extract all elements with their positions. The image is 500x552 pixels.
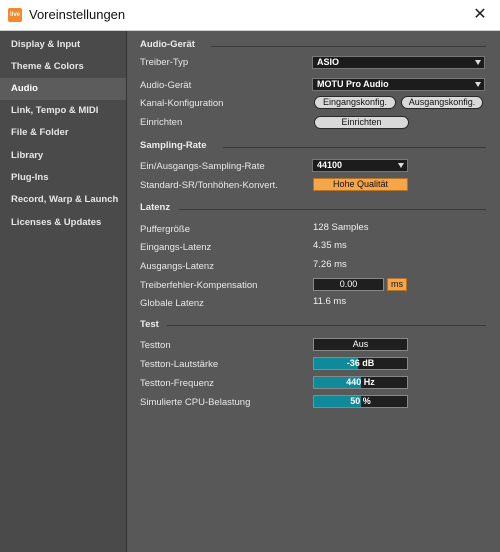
test-tone-volume-slider[interactable]: -36 dB [313, 357, 408, 370]
output-config-button[interactable]: Ausgangskonfig. [401, 96, 483, 109]
sidebar-item-file-folder[interactable]: File & Folder [0, 122, 126, 144]
window-title: Voreinstellungen [29, 7, 126, 22]
audio-device-dropdown[interactable]: MOTU Pro Audio [312, 78, 485, 91]
section-title-test: Test [140, 319, 159, 330]
app-icon: live [8, 8, 22, 22]
sidebar-item-licenses-updates[interactable]: Licenses & Updates [0, 212, 126, 234]
input-config-button[interactable]: Eingangskonfig. [314, 96, 396, 109]
sidebar-item-plug-ins[interactable]: Plug-Ins [0, 167, 126, 189]
test-tone-frequency-label: Testton-Frequenz [140, 378, 214, 389]
io-sample-rate-dropdown[interactable]: 44100 [312, 159, 408, 172]
section-title-latency: Latenz [140, 202, 171, 213]
section-divider [179, 209, 486, 210]
sidebar-item-audio[interactable]: Audio [0, 78, 126, 100]
chevron-down-icon [398, 163, 404, 168]
driver-error-label: Treiberfehler-Kompensation [140, 280, 258, 291]
section-title-sampling-rate: Sampling-Rate [140, 140, 207, 151]
cpu-load-slider[interactable]: 50 % [313, 395, 408, 408]
driver-type-value: ASIO [317, 57, 340, 67]
driver-error-unit-button[interactable]: ms [387, 278, 407, 291]
audio-device-label: Audio-Gerät [140, 80, 192, 91]
test-tone-toggle[interactable]: Aus [313, 338, 408, 351]
buffer-size-value: 128 Samples [313, 222, 369, 233]
driver-type-dropdown[interactable]: ASIO [312, 56, 485, 69]
input-latency-value: 4.35 ms [313, 240, 347, 251]
output-latency-label: Ausgangs-Latenz [140, 261, 214, 272]
setup-button[interactable]: Einrichten [314, 116, 409, 129]
section-title-audio-device: Audio-Gerät [140, 39, 195, 50]
overall-latency-value: 11.6 ms [313, 296, 347, 307]
test-tone-frequency-value: 440 Hz [346, 377, 375, 387]
default-sr-button[interactable]: Hohe Qualität [313, 178, 408, 191]
input-latency-label: Eingangs-Latenz [140, 242, 212, 253]
sidebar-item-library[interactable]: Library [0, 145, 126, 167]
title-bar: live Voreinstellungen ✕ [0, 0, 500, 31]
preferences-window: live Voreinstellungen ✕ Display & Input … [0, 0, 500, 552]
close-icon[interactable]: ✕ [466, 2, 494, 28]
cpu-load-label: Simulierte CPU-Belastung [140, 397, 251, 408]
sidebar-item-record-warp-launch[interactable]: Record, Warp & Launch [0, 189, 126, 211]
overall-latency-label: Globale Latenz [140, 298, 204, 309]
section-divider [211, 46, 486, 47]
sidebar-item-theme-colors[interactable]: Theme & Colors [0, 56, 126, 78]
section-divider [167, 325, 486, 326]
audio-device-value: MOTU Pro Audio [317, 79, 389, 89]
test-tone-label: Testton [140, 340, 171, 351]
driver-error-field[interactable]: 0.00 [313, 278, 384, 291]
sidebar: Display & Input Theme & Colors Audio Lin… [0, 31, 127, 552]
setup-label: Einrichten [140, 117, 183, 128]
driver-type-label: Treiber-Typ [140, 57, 189, 68]
test-tone-frequency-slider[interactable]: 440 Hz [313, 376, 408, 389]
test-tone-volume-value: -36 dB [346, 358, 375, 368]
io-sample-rate-label: Ein/Ausgangs-Sampling-Rate [140, 161, 265, 172]
buffer-size-label: Puffergröße [140, 224, 190, 235]
output-latency-value: 7.26 ms [313, 259, 347, 270]
sidebar-item-display-input[interactable]: Display & Input [0, 34, 126, 56]
channel-config-label: Kanal-Konfiguration [140, 98, 224, 109]
cpu-load-value: 50 % [350, 396, 371, 406]
audio-settings-panel: Audio-Gerät Treiber-Typ ASIO Audio-Gerät… [127, 31, 500, 552]
io-sample-rate-value: 44100 [317, 160, 343, 170]
chevron-down-icon [475, 60, 481, 65]
chevron-down-icon [475, 82, 481, 87]
section-divider [223, 147, 486, 148]
sidebar-item-link-tempo-midi[interactable]: Link, Tempo & MIDI [0, 100, 126, 122]
default-sr-label: Standard-SR/Tonhöhen-Konvert. [140, 180, 278, 191]
test-tone-volume-label: Testton-Lautstärke [140, 359, 219, 370]
